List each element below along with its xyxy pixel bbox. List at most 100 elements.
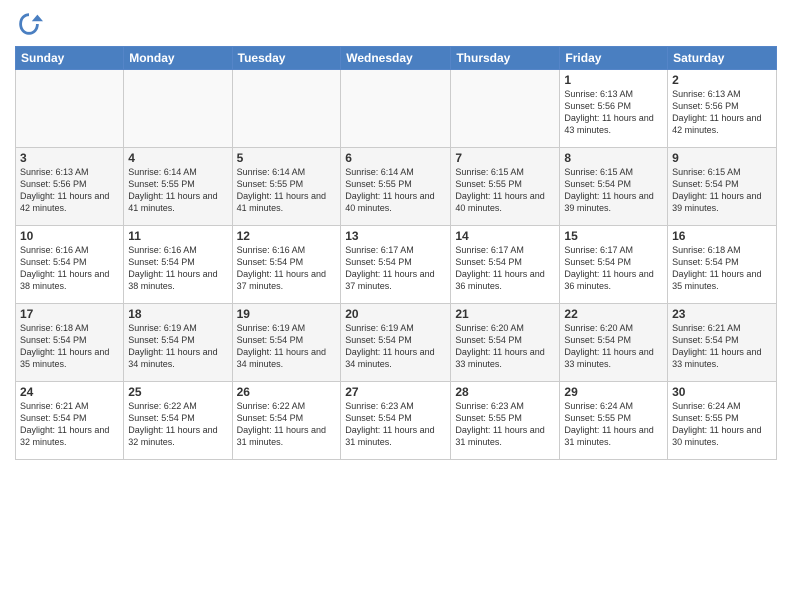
day-info: Sunrise: 6:18 AM Sunset: 5:54 PM Dayligh… [672, 244, 772, 293]
day-number: 26 [237, 385, 337, 399]
day-number: 5 [237, 151, 337, 165]
day-info: Sunrise: 6:17 AM Sunset: 5:54 PM Dayligh… [345, 244, 446, 293]
calendar-day-cell: 8Sunrise: 6:15 AM Sunset: 5:54 PM Daylig… [560, 148, 668, 226]
logo-icon [15, 10, 43, 38]
day-number: 29 [564, 385, 663, 399]
calendar-week-row: 24Sunrise: 6:21 AM Sunset: 5:54 PM Dayli… [16, 382, 777, 460]
day-info: Sunrise: 6:22 AM Sunset: 5:54 PM Dayligh… [237, 400, 337, 449]
day-info: Sunrise: 6:23 AM Sunset: 5:54 PM Dayligh… [345, 400, 446, 449]
day-info: Sunrise: 6:23 AM Sunset: 5:55 PM Dayligh… [455, 400, 555, 449]
calendar-day-cell: 5Sunrise: 6:14 AM Sunset: 5:55 PM Daylig… [232, 148, 341, 226]
calendar-day-cell: 26Sunrise: 6:22 AM Sunset: 5:54 PM Dayli… [232, 382, 341, 460]
day-info: Sunrise: 6:22 AM Sunset: 5:54 PM Dayligh… [128, 400, 227, 449]
calendar-day-cell: 13Sunrise: 6:17 AM Sunset: 5:54 PM Dayli… [341, 226, 451, 304]
day-number: 10 [20, 229, 119, 243]
day-number: 19 [237, 307, 337, 321]
day-info: Sunrise: 6:15 AM Sunset: 5:55 PM Dayligh… [455, 166, 555, 215]
calendar-day-cell: 21Sunrise: 6:20 AM Sunset: 5:54 PM Dayli… [451, 304, 560, 382]
day-number: 24 [20, 385, 119, 399]
calendar-day-cell: 3Sunrise: 6:13 AM Sunset: 5:56 PM Daylig… [16, 148, 124, 226]
day-info: Sunrise: 6:14 AM Sunset: 5:55 PM Dayligh… [237, 166, 337, 215]
calendar-day-cell: 1Sunrise: 6:13 AM Sunset: 5:56 PM Daylig… [560, 70, 668, 148]
day-info: Sunrise: 6:20 AM Sunset: 5:54 PM Dayligh… [455, 322, 555, 371]
day-number: 2 [672, 73, 772, 87]
day-info: Sunrise: 6:19 AM Sunset: 5:54 PM Dayligh… [237, 322, 337, 371]
calendar-day-cell: 19Sunrise: 6:19 AM Sunset: 5:54 PM Dayli… [232, 304, 341, 382]
calendar-header-thursday: Thursday [451, 47, 560, 70]
calendar-day-cell: 12Sunrise: 6:16 AM Sunset: 5:54 PM Dayli… [232, 226, 341, 304]
day-number: 1 [564, 73, 663, 87]
day-info: Sunrise: 6:15 AM Sunset: 5:54 PM Dayligh… [672, 166, 772, 215]
calendar-day-cell [124, 70, 232, 148]
calendar-week-row: 3Sunrise: 6:13 AM Sunset: 5:56 PM Daylig… [16, 148, 777, 226]
calendar-table: SundayMondayTuesdayWednesdayThursdayFrid… [15, 46, 777, 460]
calendar-header-monday: Monday [124, 47, 232, 70]
day-number: 27 [345, 385, 446, 399]
day-info: Sunrise: 6:24 AM Sunset: 5:55 PM Dayligh… [672, 400, 772, 449]
calendar-day-cell: 16Sunrise: 6:18 AM Sunset: 5:54 PM Dayli… [668, 226, 777, 304]
day-info: Sunrise: 6:19 AM Sunset: 5:54 PM Dayligh… [128, 322, 227, 371]
day-number: 11 [128, 229, 227, 243]
calendar-day-cell: 11Sunrise: 6:16 AM Sunset: 5:54 PM Dayli… [124, 226, 232, 304]
page-container: SundayMondayTuesdayWednesdayThursdayFrid… [0, 0, 792, 612]
calendar-day-cell: 15Sunrise: 6:17 AM Sunset: 5:54 PM Dayli… [560, 226, 668, 304]
day-info: Sunrise: 6:13 AM Sunset: 5:56 PM Dayligh… [672, 88, 772, 137]
calendar-day-cell: 30Sunrise: 6:24 AM Sunset: 5:55 PM Dayli… [668, 382, 777, 460]
day-number: 12 [237, 229, 337, 243]
calendar-week-row: 17Sunrise: 6:18 AM Sunset: 5:54 PM Dayli… [16, 304, 777, 382]
day-info: Sunrise: 6:20 AM Sunset: 5:54 PM Dayligh… [564, 322, 663, 371]
day-number: 16 [672, 229, 772, 243]
day-number: 6 [345, 151, 446, 165]
calendar-day-cell: 9Sunrise: 6:15 AM Sunset: 5:54 PM Daylig… [668, 148, 777, 226]
day-info: Sunrise: 6:16 AM Sunset: 5:54 PM Dayligh… [128, 244, 227, 293]
day-info: Sunrise: 6:24 AM Sunset: 5:55 PM Dayligh… [564, 400, 663, 449]
calendar-day-cell: 7Sunrise: 6:15 AM Sunset: 5:55 PM Daylig… [451, 148, 560, 226]
day-info: Sunrise: 6:15 AM Sunset: 5:54 PM Dayligh… [564, 166, 663, 215]
day-number: 23 [672, 307, 772, 321]
calendar-week-row: 10 Sunrise: 6:16 AM Sunset: 5:54 PM Dayli… [16, 226, 777, 304]
day-number: 8 [564, 151, 663, 165]
day-number: 15 [564, 229, 663, 243]
calendar-header-wednesday: Wednesday [341, 47, 451, 70]
calendar-day-cell [451, 70, 560, 148]
calendar-day-cell: 27Sunrise: 6:23 AM Sunset: 5:54 PM Dayli… [341, 382, 451, 460]
calendar-day-cell [232, 70, 341, 148]
day-number: 14 [455, 229, 555, 243]
calendar-day-cell: 6Sunrise: 6:14 AM Sunset: 5:55 PM Daylig… [341, 148, 451, 226]
day-number: 18 [128, 307, 227, 321]
calendar-week-row: 1 Sunrise: 6:13 AM Sunset: 5:56 PM Daylig… [16, 70, 777, 148]
calendar-day-cell [16, 70, 124, 148]
day-info: Sunrise: 6:19 AM Sunset: 5:54 PM Dayligh… [345, 322, 446, 371]
calendar-day-cell: 22Sunrise: 6:20 AM Sunset: 5:54 PM Dayli… [560, 304, 668, 382]
calendar-day-cell: 14Sunrise: 6:17 AM Sunset: 5:54 PM Dayli… [451, 226, 560, 304]
day-info: Sunrise: 6:16 AM Sunset: 5:54 PM Dayligh… [237, 244, 337, 293]
day-info: Sunrise: 6:14 AM Sunset: 5:55 PM Dayligh… [345, 166, 446, 215]
calendar-day-cell: 20Sunrise: 6:19 AM Sunset: 5:54 PM Dayli… [341, 304, 451, 382]
day-info: Sunrise: 6:21 AM Sunset: 5:54 PM Dayligh… [20, 400, 119, 449]
day-number: 30 [672, 385, 772, 399]
day-number: 13 [345, 229, 446, 243]
calendar-day-cell: 23Sunrise: 6:21 AM Sunset: 5:54 PM Dayli… [668, 304, 777, 382]
calendar-header-tuesday: Tuesday [232, 47, 341, 70]
day-number: 17 [20, 307, 119, 321]
day-number: 22 [564, 307, 663, 321]
header [15, 10, 777, 38]
calendar-day-cell: 25Sunrise: 6:22 AM Sunset: 5:54 PM Dayli… [124, 382, 232, 460]
day-number: 25 [128, 385, 227, 399]
calendar-day-cell [341, 70, 451, 148]
calendar-header-friday: Friday [560, 47, 668, 70]
day-info: Sunrise: 6:17 AM Sunset: 5:54 PM Dayligh… [564, 244, 663, 293]
day-info: Sunrise: 6:18 AM Sunset: 5:54 PM Dayligh… [20, 322, 119, 371]
calendar-day-cell: 10Sunrise: 6:16 AM Sunset: 5:54 PM Dayli… [16, 226, 124, 304]
calendar-day-cell: 24Sunrise: 6:21 AM Sunset: 5:54 PM Dayli… [16, 382, 124, 460]
day-number: 7 [455, 151, 555, 165]
day-number: 21 [455, 307, 555, 321]
day-number: 9 [672, 151, 772, 165]
calendar-day-cell: 18Sunrise: 6:19 AM Sunset: 5:54 PM Dayli… [124, 304, 232, 382]
calendar-day-cell: 28Sunrise: 6:23 AM Sunset: 5:55 PM Dayli… [451, 382, 560, 460]
calendar-header-sunday: Sunday [16, 47, 124, 70]
calendar-day-cell: 17Sunrise: 6:18 AM Sunset: 5:54 PM Dayli… [16, 304, 124, 382]
day-info: Sunrise: 6:14 AM Sunset: 5:55 PM Dayligh… [128, 166, 227, 215]
calendar-header-saturday: Saturday [668, 47, 777, 70]
day-number: 20 [345, 307, 446, 321]
